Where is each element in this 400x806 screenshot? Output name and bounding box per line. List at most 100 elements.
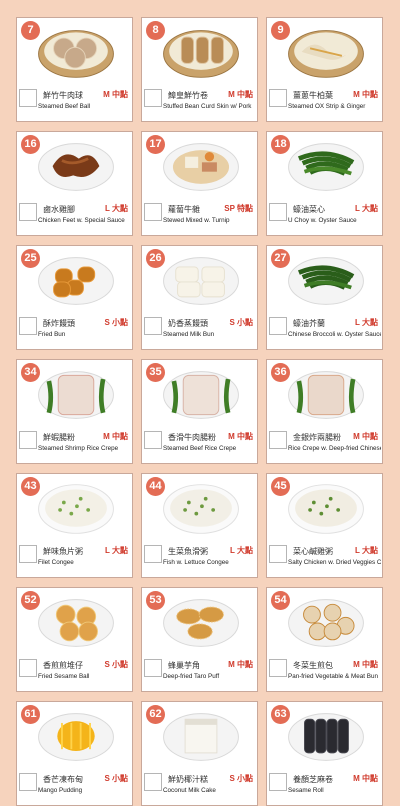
order-checkbox[interactable] bbox=[269, 659, 287, 677]
dish-name-chinese: 鮮蝦腸粉 bbox=[43, 433, 75, 442]
dish-name-english: Sesame Roll bbox=[288, 787, 324, 794]
dish-photo bbox=[158, 480, 244, 538]
dish-name-english: Filet Congee bbox=[38, 559, 74, 566]
dish-name-chinese: 奶香蒸饅頭 bbox=[168, 319, 208, 328]
order-checkbox[interactable] bbox=[269, 203, 287, 221]
menu-item-45[interactable]: 45 菜心鹹雞粥 L 大點 Salty Chicken w. Dried Veg… bbox=[266, 473, 383, 578]
dish-name-english: Chinese Broccoli w. Oyster Sauce bbox=[288, 331, 381, 338]
portion-size-label: L 大點 bbox=[230, 546, 253, 555]
portion-size-label: M 中點 bbox=[228, 432, 253, 441]
dish-name-chinese: 蘿蔔牛雜 bbox=[168, 205, 200, 214]
dish-name-chinese: 金銀炸兩腸粉 bbox=[293, 433, 341, 442]
menu-item-54[interactable]: 54 冬菜生煎包 M 中點 Pan-fried Vegetable & Meat… bbox=[266, 587, 383, 692]
portion-size-label: S 小點 bbox=[229, 318, 253, 327]
dish-name-chinese: 薑蔥牛柏葉 bbox=[293, 91, 333, 100]
menu-item-26[interactable]: 26 奶香蒸饅頭 S 小點 Steamed Milk Bun bbox=[141, 245, 258, 350]
menu-item-8[interactable]: 8 鱆皇鮮竹卷 M 中點 Stuffed Bean Curd Skin w/ P… bbox=[141, 17, 258, 122]
dish-name-english: Steamed Beef Rice Crepe bbox=[163, 445, 237, 452]
order-checkbox[interactable] bbox=[144, 317, 162, 335]
dish-name-english: Stuffed Bean Curd Skin w/ Pork bbox=[163, 103, 252, 110]
order-checkbox[interactable] bbox=[144, 89, 162, 107]
item-number-badge: 63 bbox=[271, 705, 290, 724]
menu-item-52[interactable]: 52 香煎煎堆仔 S 小點 Fried Sesame Ball bbox=[16, 587, 133, 692]
dish-photo bbox=[283, 24, 369, 82]
order-checkbox[interactable] bbox=[19, 203, 37, 221]
order-checkbox[interactable] bbox=[269, 89, 287, 107]
order-checkbox[interactable] bbox=[144, 545, 162, 563]
menu-item-9[interactable]: 9 薑蔥牛柏葉 M 中點 Steamed OX Strip & Ginger bbox=[266, 17, 383, 122]
dish-name-english: Stewed Mixed w. Turnip bbox=[163, 217, 230, 224]
portion-size-label: M 中點 bbox=[353, 90, 378, 99]
item-number-badge: 62 bbox=[146, 705, 165, 724]
order-checkbox[interactable] bbox=[19, 659, 37, 677]
dish-name-english: Steamed Milk Bun bbox=[163, 331, 215, 338]
dish-photo bbox=[158, 138, 244, 196]
order-checkbox[interactable] bbox=[19, 431, 37, 449]
item-number-badge: 7 bbox=[21, 21, 40, 40]
menu-item-27[interactable]: 27 蠔油芥蘭 L 大點 Chinese Broccoli w. Oyster … bbox=[266, 245, 383, 350]
menu-item-61[interactable]: 61 香芒凍布甸 S 小點 Mango Pudding bbox=[16, 701, 133, 806]
menu-item-25[interactable]: 25 酥炸饅頭 S 小點 Fried Bun bbox=[16, 245, 133, 350]
dish-name-chinese: 蠔油菜心 bbox=[293, 205, 325, 214]
order-checkbox[interactable] bbox=[269, 545, 287, 563]
dish-photo bbox=[158, 708, 244, 766]
item-number-badge: 61 bbox=[21, 705, 40, 724]
order-checkbox[interactable] bbox=[144, 431, 162, 449]
item-number-badge: 53 bbox=[146, 591, 165, 610]
dish-name-english: U Choy w. Oyster Sauce bbox=[288, 217, 357, 224]
dish-photo bbox=[33, 24, 119, 82]
menu-item-34[interactable]: 34 鮮蝦腸粉 M 中點 Steamed Shrimp Rice Crepe bbox=[16, 359, 133, 464]
dish-photo bbox=[283, 708, 369, 766]
menu-item-16[interactable]: 16 鹵水雞腳 L 大點 Chicken Feet w. Special Sau… bbox=[16, 131, 133, 236]
order-checkbox[interactable] bbox=[269, 773, 287, 791]
dish-photo bbox=[33, 366, 119, 424]
portion-size-label: L 大點 bbox=[355, 318, 378, 327]
order-checkbox[interactable] bbox=[19, 317, 37, 335]
menu-item-17[interactable]: 17 蘿蔔牛雜 SP 特點 Stewed Mixed w. Turnip bbox=[141, 131, 258, 236]
portion-size-label: M 中點 bbox=[103, 90, 128, 99]
dish-photo bbox=[283, 138, 369, 196]
menu-item-36[interactable]: 36 金銀炸兩腸粉 M 中點 Rice Crepe w. Deep-fried … bbox=[266, 359, 383, 464]
order-checkbox[interactable] bbox=[144, 773, 162, 791]
portion-size-label: L 大點 bbox=[355, 204, 378, 213]
dish-name-chinese: 菜心鹹雞粥 bbox=[293, 547, 333, 556]
dish-name-english: Rice Crepe w. Deep-fried Chinese Donut bbox=[288, 445, 381, 452]
item-number-badge: 9 bbox=[271, 21, 290, 40]
menu-item-63[interactable]: 63 養顏芝麻卷 M 中點 Sesame Roll bbox=[266, 701, 383, 806]
menu-item-43[interactable]: 43 鮮味魚片粥 L 大點 Filet Congee bbox=[16, 473, 133, 578]
menu-item-53[interactable]: 53 蜂巢芋角 M 中點 Deep-fried Taro Puff bbox=[141, 587, 258, 692]
order-checkbox[interactable] bbox=[144, 203, 162, 221]
item-number-badge: 27 bbox=[271, 249, 290, 268]
dish-name-chinese: 香滑牛肉腸粉 bbox=[168, 433, 216, 442]
dish-name-english: Fish w. Lettuce Congee bbox=[163, 559, 229, 566]
order-checkbox[interactable] bbox=[19, 773, 37, 791]
dish-photo bbox=[283, 252, 369, 310]
menu-item-62[interactable]: 62 鮮奶椰汁糕 S 小點 Coconut Milk Cake bbox=[141, 701, 258, 806]
dish-name-chinese: 蜂巢芋角 bbox=[168, 661, 200, 670]
portion-size-label: L 大點 bbox=[355, 546, 378, 555]
menu-item-35[interactable]: 35 香滑牛肉腸粉 M 中點 Steamed Beef Rice Crepe bbox=[141, 359, 258, 464]
portion-size-label: S 小點 bbox=[104, 774, 128, 783]
order-checkbox[interactable] bbox=[269, 317, 287, 335]
dish-name-english: Steamed Beef Ball bbox=[38, 103, 91, 110]
menu-item-7[interactable]: 7 鮮竹牛肉球 M 中點 Steamed Beef Ball bbox=[16, 17, 133, 122]
dish-name-chinese: 冬菜生煎包 bbox=[293, 661, 333, 670]
order-checkbox[interactable] bbox=[144, 659, 162, 677]
order-checkbox[interactable] bbox=[19, 545, 37, 563]
menu-item-44[interactable]: 44 生菜魚滑粥 L 大點 Fish w. Lettuce Congee bbox=[141, 473, 258, 578]
item-number-badge: 43 bbox=[21, 477, 40, 496]
item-number-badge: 25 bbox=[21, 249, 40, 268]
item-number-badge: 17 bbox=[146, 135, 165, 154]
item-number-badge: 52 bbox=[21, 591, 40, 610]
item-number-badge: 26 bbox=[146, 249, 165, 268]
dish-name-chinese: 鮮竹牛肉球 bbox=[43, 91, 83, 100]
order-checkbox[interactable] bbox=[19, 89, 37, 107]
dish-photo bbox=[158, 594, 244, 652]
dish-name-english: Salty Chicken w. Dried Veggies Congee bbox=[288, 559, 381, 566]
order-checkbox[interactable] bbox=[269, 431, 287, 449]
portion-size-label: S 小點 bbox=[104, 318, 128, 327]
menu-item-18[interactable]: 18 蠔油菜心 L 大點 U Choy w. Oyster Sauce bbox=[266, 131, 383, 236]
item-number-badge: 34 bbox=[21, 363, 40, 382]
item-number-badge: 18 bbox=[271, 135, 290, 154]
dish-name-chinese: 鹵水雞腳 bbox=[43, 205, 75, 214]
